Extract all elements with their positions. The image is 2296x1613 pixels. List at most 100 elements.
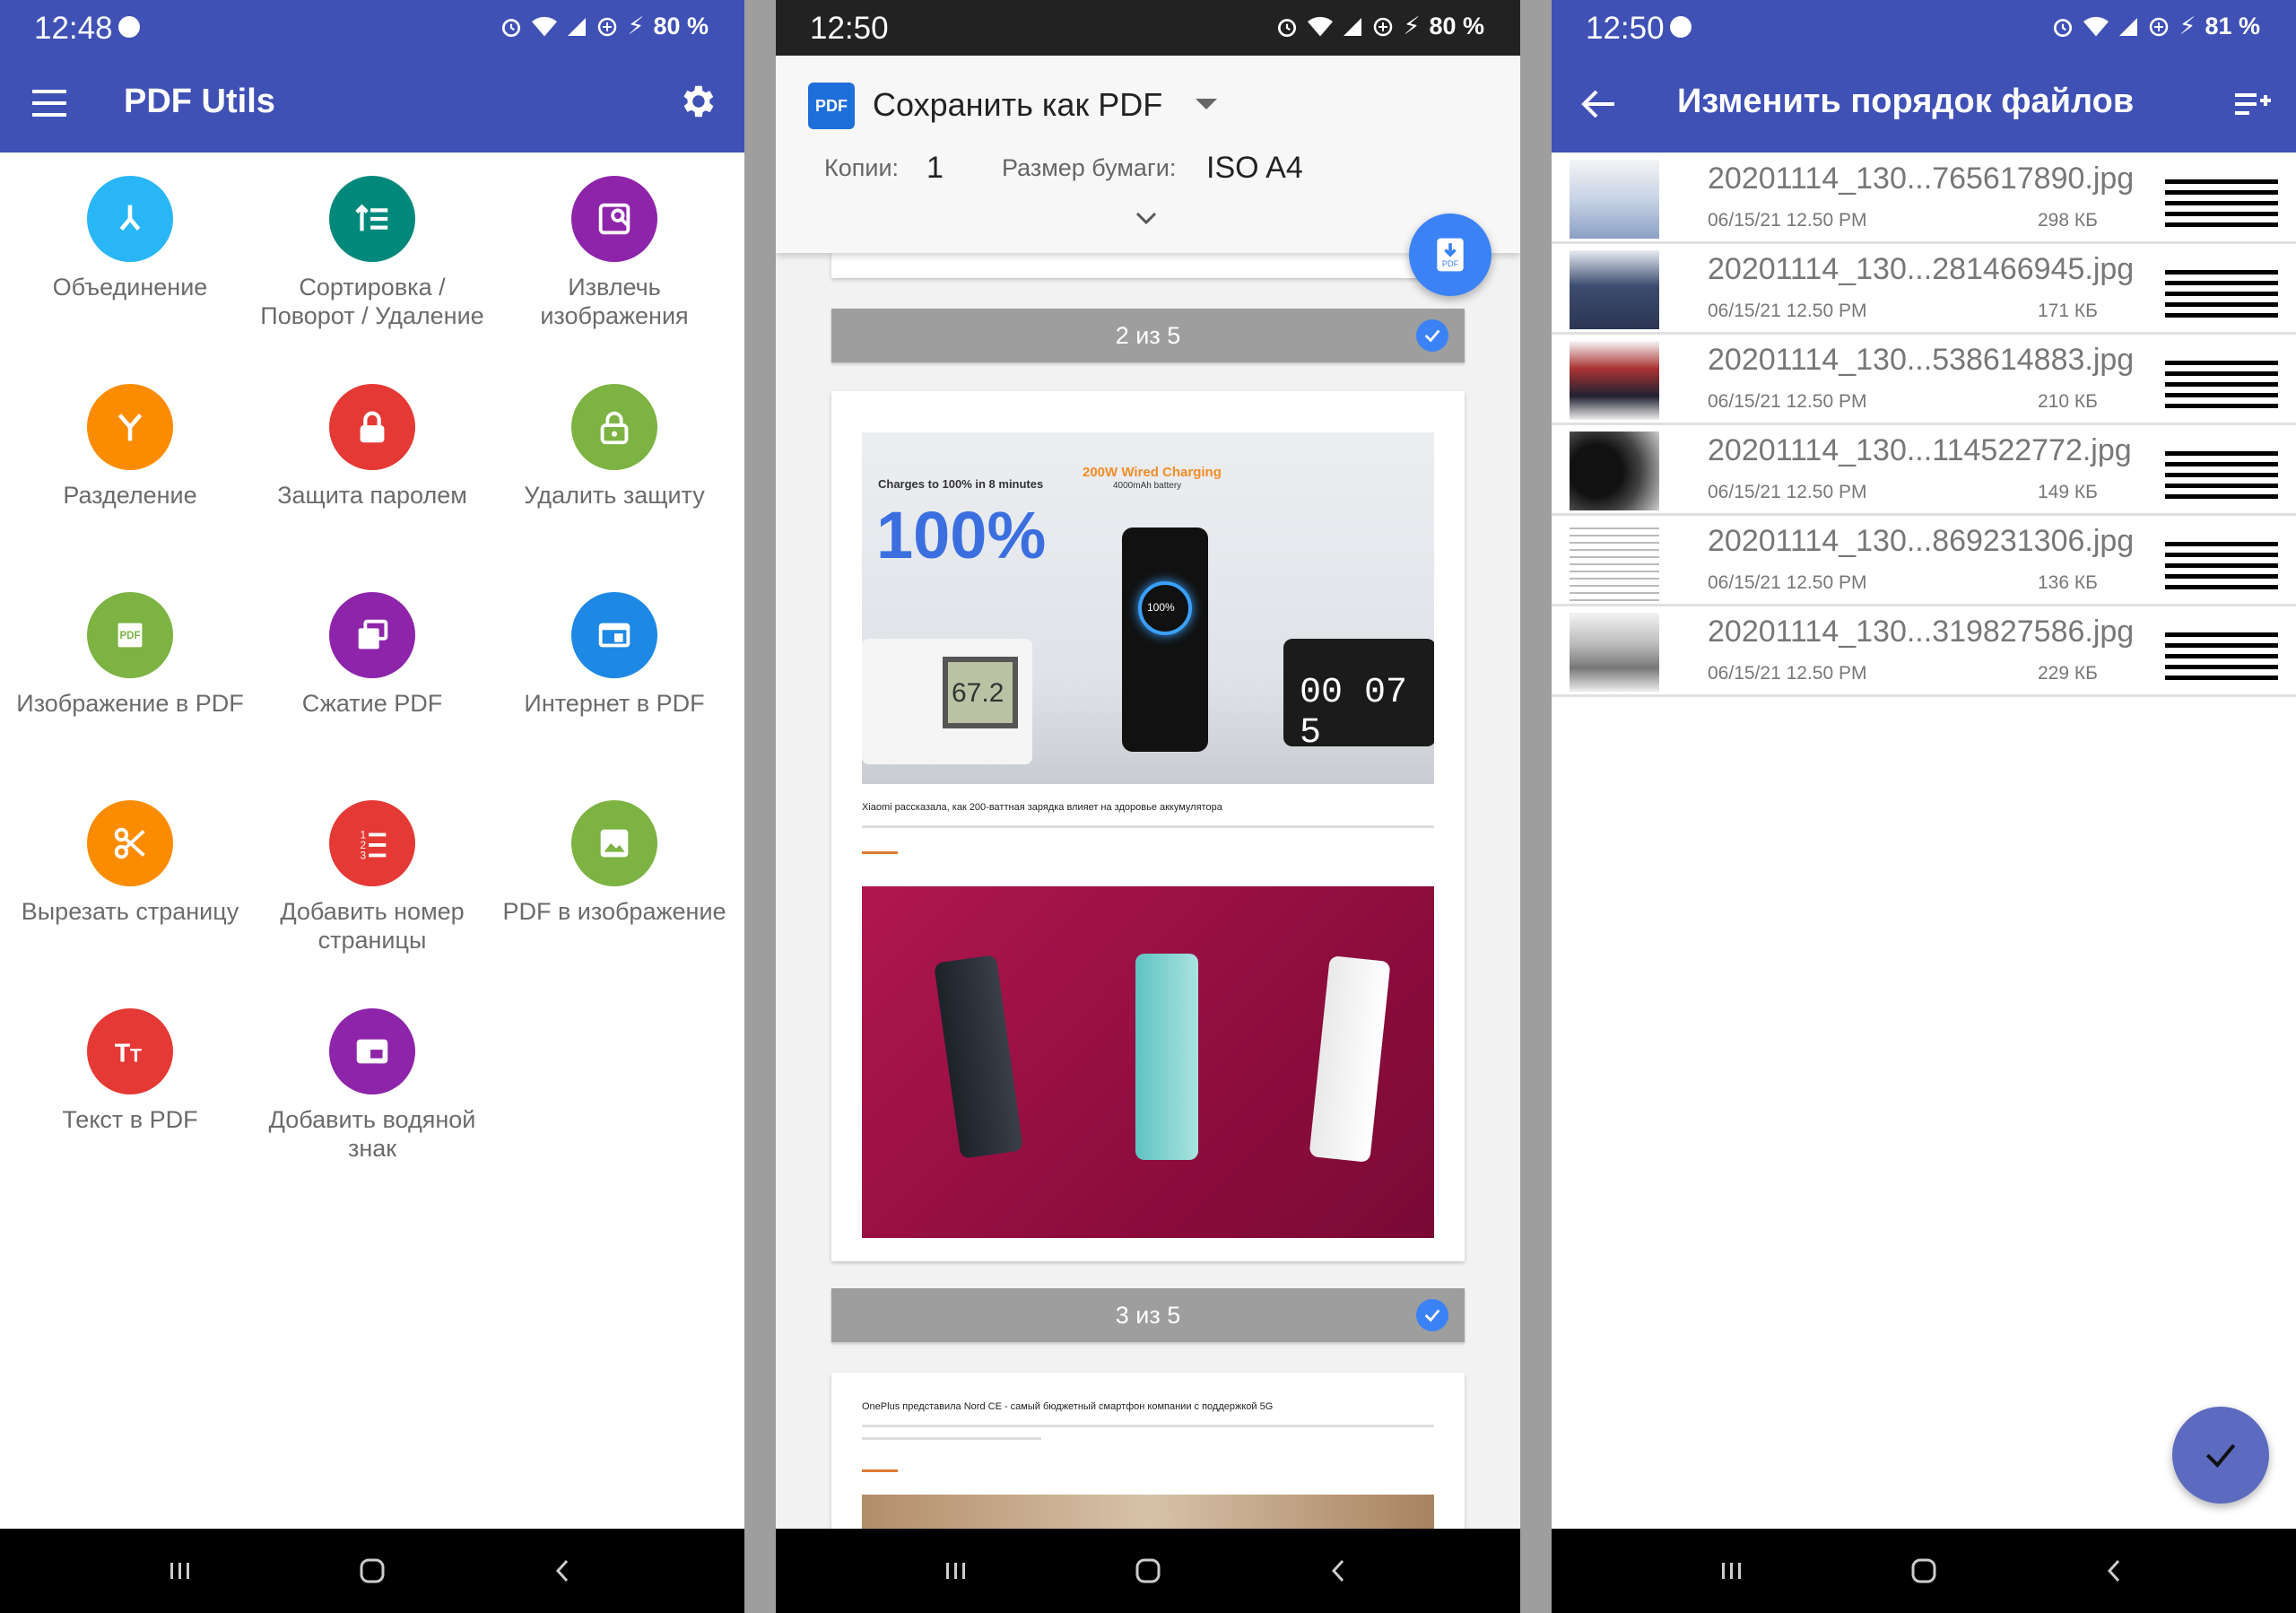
tool-label: Добавить номер страницы bbox=[280, 898, 465, 954]
drag-handle-icon[interactable] bbox=[2165, 270, 2278, 320]
settings-gear-icon[interactable] bbox=[676, 81, 718, 122]
tool-tile[interactable]: Объединение bbox=[9, 176, 251, 301]
copies-value[interactable]: 1 bbox=[926, 151, 944, 186]
drag-handle-icon[interactable] bbox=[2165, 632, 2278, 683]
tool-tile[interactable]: Сжатие PDF bbox=[251, 592, 493, 718]
sort-list-icon[interactable] bbox=[2233, 86, 2273, 122]
app-bar: PDF Utils bbox=[0, 56, 744, 153]
recent-apps-icon[interactable] bbox=[1717, 1556, 1747, 1586]
watermark-icon bbox=[356, 1039, 388, 1064]
drag-handle-icon[interactable] bbox=[2165, 451, 2278, 501]
home-icon[interactable] bbox=[1133, 1556, 1163, 1586]
save-pdf-button[interactable]: PDF bbox=[1409, 214, 1492, 296]
tool-icon-button[interactable] bbox=[87, 384, 173, 470]
file-row[interactable]: 20201114_130...114522772.jpg 06/15/21 12.… bbox=[1552, 426, 2296, 516]
file-thumbnail bbox=[1570, 250, 1659, 329]
recent-apps-icon[interactable] bbox=[941, 1556, 971, 1586]
paper-size-value[interactable]: ISO A4 bbox=[1206, 151, 1303, 186]
page-indicator-2[interactable]: 2 из 5 bbox=[831, 309, 1465, 362]
tool-tile[interactable]: Разделение bbox=[9, 384, 251, 510]
drag-handle-icon[interactable] bbox=[2165, 179, 2278, 230]
printer-destination[interactable]: Сохранить как PDF bbox=[873, 86, 1162, 124]
tool-icon-button[interactable]: PDF bbox=[87, 592, 173, 678]
tool-icon-button[interactable] bbox=[571, 592, 657, 678]
confirm-button[interactable] bbox=[2172, 1407, 2269, 1504]
tool-tile[interactable]: Сортировка / Поворот / Удаление bbox=[251, 176, 493, 330]
tool-tile[interactable]: PDF в изображение bbox=[493, 800, 735, 926]
file-date: 06/15/21 12.50 PM bbox=[1708, 663, 1867, 684]
drag-handle-icon[interactable] bbox=[2165, 361, 2278, 411]
article-headline[interactable]: OnePlus представила Nord CE - самый бюдж… bbox=[862, 1401, 1273, 1412]
file-row[interactable]: 20201114_130...538614883.jpg 06/15/21 12.… bbox=[1552, 336, 2296, 425]
wifi-icon bbox=[1308, 16, 1334, 36]
file-thumbnail bbox=[1570, 613, 1659, 692]
tool-icon-button[interactable] bbox=[329, 176, 415, 262]
tool-icon-button[interactable] bbox=[329, 1008, 415, 1094]
print-preview-screen: 12:50 ⚡ 80 % PDF Сохранить как PDF Копии… bbox=[776, 0, 1520, 1613]
page-preview-3[interactable]: Charges to 100% in 8 minutes 200W Wired … bbox=[831, 391, 1465, 1261]
page-selected-check-icon[interactable] bbox=[1416, 319, 1448, 352]
tool-icon-button[interactable] bbox=[329, 592, 415, 678]
file-size: 298 КБ bbox=[2038, 210, 2098, 231]
battery-charging-icon: ⚡ bbox=[627, 13, 645, 39]
file-row[interactable]: 20201114_130...281466945.jpg 06/15/21 12.… bbox=[1552, 245, 2296, 335]
status-time: 12:48 bbox=[34, 11, 113, 46]
tool-icon-button[interactable] bbox=[87, 800, 173, 886]
tool-icon-button[interactable] bbox=[571, 176, 657, 262]
page-selected-check-icon[interactable] bbox=[1416, 1299, 1448, 1331]
back-icon[interactable] bbox=[549, 1556, 579, 1586]
tool-icon-button[interactable] bbox=[571, 384, 657, 470]
split-icon bbox=[117, 414, 143, 441]
tool-tile[interactable]: Защита паролем bbox=[251, 384, 493, 510]
tool-tile[interactable]: Добавить водяной знак bbox=[251, 1008, 493, 1163]
file-thumbnail bbox=[1570, 432, 1659, 510]
page-indicator-3[interactable]: 3 из 5 bbox=[831, 1288, 1465, 1342]
page-preview-4[interactable]: OnePlus представила Nord CE - самый бюдж… bbox=[831, 1373, 1465, 1552]
destination-dropdown-icon[interactable] bbox=[1196, 99, 1217, 109]
tool-tile[interactable]: T T Текст в PDF bbox=[9, 1008, 251, 1134]
phone-gray bbox=[934, 955, 1023, 1159]
article-headline[interactable]: Xiaomi рассказала, как 200-ваттная заряд… bbox=[862, 802, 1222, 813]
file-size: 136 КБ bbox=[2038, 572, 2098, 593]
image-icon bbox=[600, 829, 629, 858]
tool-tile[interactable]: Удалить защиту bbox=[493, 384, 735, 510]
tool-icon-button[interactable] bbox=[329, 384, 415, 470]
file-row[interactable]: 20201114_130...869231306.jpg 06/15/21 12.… bbox=[1552, 517, 2296, 606]
expand-options-icon[interactable] bbox=[1135, 210, 1158, 226]
back-icon[interactable] bbox=[1325, 1556, 1355, 1586]
back-arrow-icon[interactable] bbox=[1578, 86, 1618, 122]
svg-text:PDF: PDF bbox=[1442, 259, 1459, 268]
read-more-link[interactable] bbox=[862, 851, 898, 854]
status-time: 12:50 bbox=[810, 11, 889, 46]
tool-tile[interactable]: Вырезать страницу bbox=[9, 800, 251, 926]
app-title: PDF Utils bbox=[124, 83, 275, 120]
drag-handle-icon[interactable] bbox=[2165, 542, 2278, 592]
tool-tile[interactable]: Извлечь изображения bbox=[493, 176, 735, 330]
photo-caption: Charges to 100% in 8 minutes bbox=[878, 477, 1044, 491]
tool-tile[interactable]: 1 2 3 Добавить номер страницы bbox=[251, 800, 493, 955]
back-icon[interactable] bbox=[2100, 1556, 2131, 1586]
web-icon bbox=[598, 623, 631, 648]
tool-icon-button[interactable]: 123 bbox=[329, 800, 415, 886]
status-icons: ⚡ 81 % bbox=[2051, 13, 2260, 40]
paper-size-label: Размер бумаги: bbox=[1002, 154, 1177, 181]
file-size: 149 КБ bbox=[2038, 482, 2098, 502]
tool-icon-button[interactable] bbox=[571, 800, 657, 886]
tool-tile[interactable]: PDF Изображение в PDF bbox=[9, 592, 251, 718]
hamburger-menu-icon[interactable] bbox=[32, 90, 66, 117]
read-more-link[interactable] bbox=[862, 1469, 898, 1472]
tool-label: Изображение в PDF bbox=[16, 690, 244, 717]
file-row[interactable]: 20201114_130...319827586.jpg 06/15/21 12.… bbox=[1552, 607, 2296, 697]
home-icon[interactable] bbox=[357, 1556, 387, 1586]
file-row[interactable]: 20201114_130...765617890.jpg 06/15/21 12.… bbox=[1552, 154, 2296, 244]
page-number-label: 3 из 5 bbox=[1115, 1301, 1181, 1329]
home-icon[interactable] bbox=[1909, 1556, 1939, 1586]
clock-in-photo: 00 07 5 bbox=[1283, 639, 1434, 754]
recent-apps-icon[interactable] bbox=[165, 1556, 196, 1586]
tool-icon-button[interactable] bbox=[87, 176, 173, 262]
unlock-icon bbox=[600, 411, 629, 445]
tool-icon-button[interactable]: TT bbox=[87, 1008, 173, 1094]
compress-icon bbox=[358, 619, 388, 650]
photo-caption-battery: 4000mAh battery bbox=[1113, 481, 1182, 491]
tool-tile[interactable]: Интернет в PDF bbox=[493, 592, 735, 718]
